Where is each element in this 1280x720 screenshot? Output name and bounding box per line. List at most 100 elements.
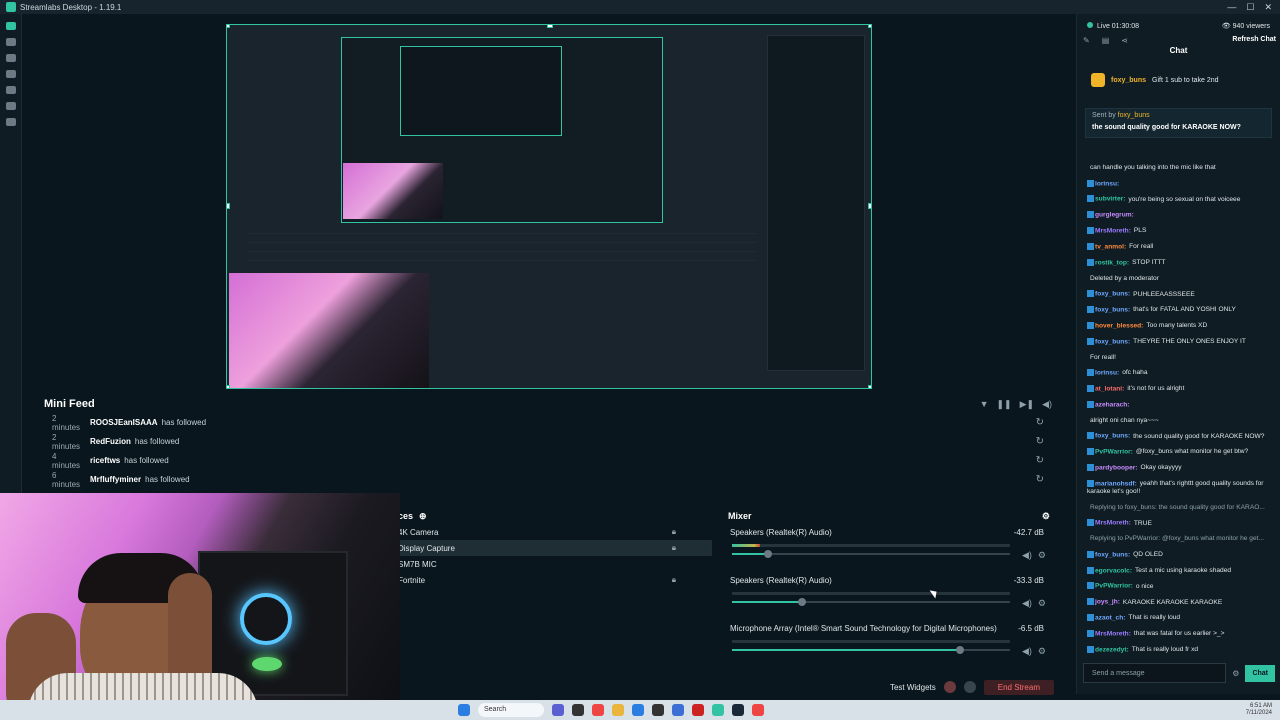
lock-icon[interactable]: 🔒︎ [672,543,676,553]
chat-username[interactable]: foxy_buns: [1095,551,1130,558]
chat-username[interactable]: gurglegrum: [1095,212,1134,219]
mixer-settings-icon[interactable]: ⚙ [1042,511,1050,522]
volume-icon[interactable]: ◀) [1042,399,1052,410]
channel-settings-icon[interactable]: ⚙ [1038,550,1046,561]
chat-username[interactable]: azaot_ch: [1095,614,1125,621]
repeat-icon[interactable]: ↻ [1036,455,1044,466]
chat-username[interactable]: dezezedyt: [1095,646,1129,653]
taskbar-search[interactable]: Search [478,703,544,717]
chat-username[interactable]: lorinsu: [1095,369,1119,376]
lock-icon[interactable]: 🔒︎ [672,527,676,537]
share-icon[interactable]: ⋖ [1121,36,1128,45]
resize-handle[interactable] [868,385,871,388]
chat-username[interactable]: foxy_buns: [1095,291,1130,298]
chat-username[interactable]: rostik_top: [1095,259,1129,266]
chrome-icon[interactable] [752,704,764,716]
replay-button[interactable] [963,681,976,693]
folder-icon[interactable] [612,704,624,716]
app-icon[interactable] [672,704,684,716]
source-item[interactable]: Display Capture 🔒︎ [396,540,712,556]
mute-icon[interactable]: ◀) [1022,646,1032,657]
resize-handle[interactable] [868,25,871,28]
chat-input[interactable]: Send a message [1083,663,1227,683]
nav-tools-icon[interactable] [5,70,16,78]
stream-preview[interactable] [226,24,872,389]
mute-icon[interactable]: ◀) [1022,598,1032,609]
edit-icon[interactable]: ✎ [1083,36,1090,45]
resize-handle[interactable] [868,203,871,209]
chat-username[interactable]: joys_jh: [1095,599,1120,606]
source-item[interactable]: SM7B MIC [396,556,712,572]
app-icon[interactable] [552,704,564,716]
chat-send-button[interactable]: Chat [1245,664,1275,682]
volume-slider[interactable] [732,598,1010,606]
chat-text: Deleted by a moderator [1090,274,1159,282]
maximize-icon[interactable]: ☐ [1246,2,1254,13]
chat-username[interactable]: MrsMoreth: [1095,630,1131,637]
chat-username[interactable]: subvirter: [1095,196,1125,203]
chat-text: Okay okayyyy [1140,464,1182,472]
clock[interactable]: 6:51 AM 7/11/2024 [1246,703,1272,717]
nav-themes-icon[interactable] [5,102,16,110]
chat-username[interactable]: foxy_buns: [1095,338,1130,345]
settings-icon[interactable]: ⚙ [1232,669,1239,678]
nav-store-icon[interactable] [5,86,16,94]
chat-username[interactable]: pardybooper: [1095,464,1138,471]
minimize-icon[interactable]: — [1227,2,1236,13]
folder-icon[interactable]: ▤ [1102,36,1110,45]
volume-slider[interactable] [732,550,1010,558]
refresh-chat-button[interactable]: Refresh Chat [1232,36,1276,43]
app-icon[interactable] [592,704,604,716]
chat-username[interactable]: PvPWarrior: [1095,448,1133,455]
pinned-message[interactable]: Sent by foxy_buns the sound quality good… [1085,108,1272,138]
steam-icon[interactable] [732,704,744,716]
record-button[interactable] [943,681,956,693]
resize-handle[interactable] [227,25,230,28]
chat-username[interactable]: foxy_buns: [1095,306,1130,313]
chat-username[interactable]: egorvacolc: [1095,567,1132,574]
streamlabs-icon[interactable] [712,704,724,716]
filter-icon[interactable]: ▼ [980,399,989,410]
chat-username[interactable]: at_lotani: [1095,385,1124,392]
chat-username[interactable]: foxy_buns: [1095,433,1130,440]
pause-icon[interactable]: ❚❚ [997,399,1012,410]
resize-handle[interactable] [227,385,230,388]
nav-dashboard-icon[interactable] [5,38,16,46]
chat-username[interactable]: MrsMoreth: [1095,520,1131,527]
source-item[interactable]: 4K Camera 🔒︎ [396,524,712,540]
live-indicator: Live 01:30:08 [1087,22,1139,30]
chat-username[interactable]: PvPWarrior: [1095,583,1133,590]
chat-username[interactable]: hover_blessed: [1095,322,1143,329]
slider-knob[interactable] [764,550,773,558]
repeat-icon[interactable]: ↻ [1036,417,1044,428]
chat-username[interactable]: lorinsu: [1095,180,1119,187]
volume-slider[interactable] [732,646,1010,654]
source-item[interactable]: Fortnite 🔒︎ [396,572,712,588]
nav-editor-icon[interactable] [5,22,16,30]
chat-username[interactable]: azeharach: [1095,401,1129,408]
app-icon[interactable] [692,704,704,716]
nav-settings-icon[interactable] [5,118,16,126]
lock-icon[interactable]: 🔒︎ [672,575,676,585]
windows-start-icon[interactable] [458,704,470,716]
repeat-icon[interactable]: ↻ [1036,436,1044,447]
skip-icon[interactable]: ▶❚ [1020,399,1034,410]
resize-handle[interactable] [547,25,553,28]
app-icon[interactable] [572,704,584,716]
add-source-icon[interactable]: ⊕ [419,511,427,522]
slider-knob[interactable] [797,598,806,606]
chat-username[interactable]: tv_anmol: [1095,243,1126,250]
edge-icon[interactable] [632,704,644,716]
repeat-icon[interactable]: ↻ [1036,474,1044,485]
app-icon[interactable] [652,704,664,716]
nav-layout-icon[interactable] [5,54,16,62]
chat-username[interactable]: MrsMoreth: [1095,227,1131,234]
mute-icon[interactable]: ◀) [1022,550,1032,561]
channel-settings-icon[interactable]: ⚙ [1038,646,1046,657]
resize-handle[interactable] [227,203,230,209]
channel-settings-icon[interactable]: ⚙ [1038,598,1046,609]
end-stream-button[interactable]: End Stream [983,679,1054,695]
slider-knob[interactable] [955,646,964,654]
close-icon[interactable]: ✕ [1264,2,1272,13]
chat-username[interactable]: marianohsdf: [1095,480,1137,487]
